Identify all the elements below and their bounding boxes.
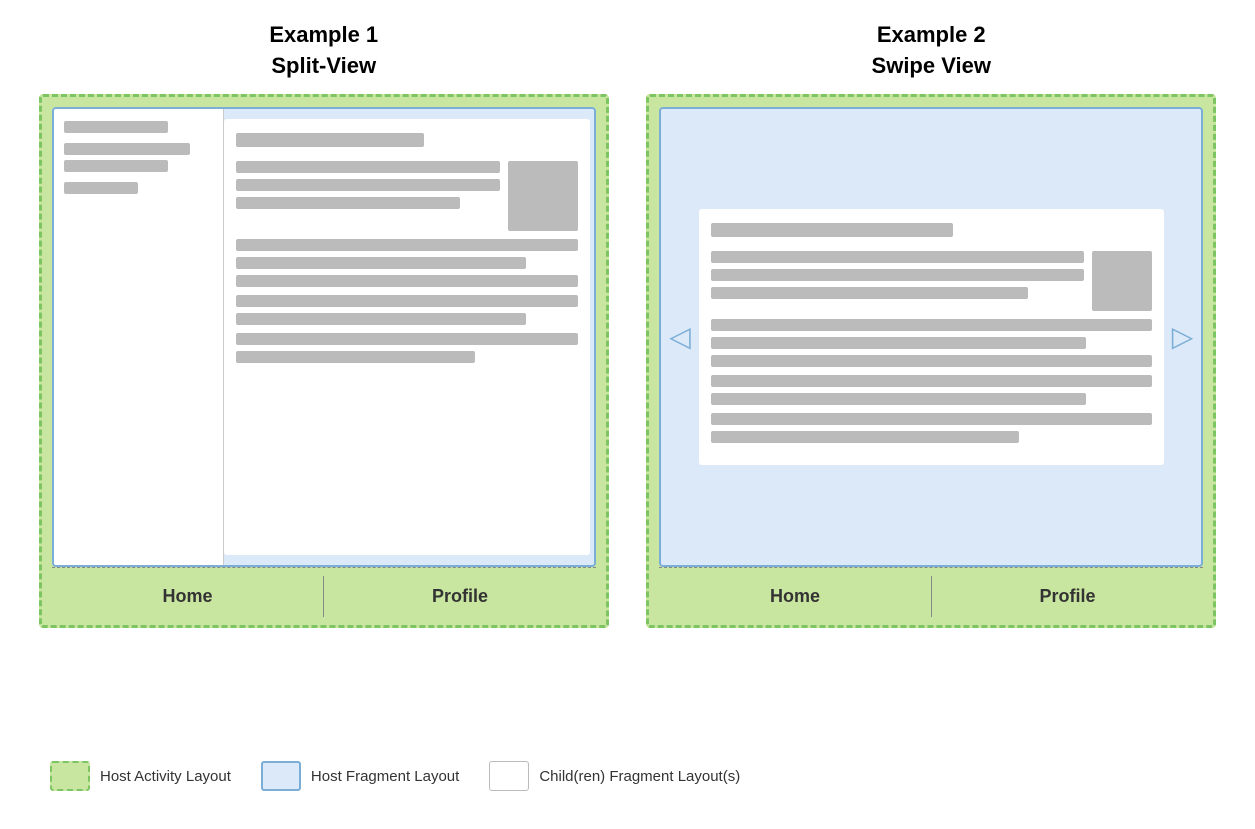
legend-label-3: Child(ren) Fragment Layout(s) [539, 768, 740, 785]
image-placeholder [1092, 251, 1152, 311]
content-lines [236, 161, 500, 231]
header-bar [236, 133, 424, 147]
bar [236, 333, 578, 345]
bar [64, 182, 139, 194]
bar [711, 413, 1152, 425]
image-placeholder [508, 161, 578, 231]
left-arrow-icon[interactable]: ◁ [661, 320, 699, 353]
swipe-section-4 [711, 413, 1152, 443]
swipe-header [711, 223, 1152, 241]
legend-blue-box [261, 761, 301, 791]
example2-bottom-nav: Home Profile [659, 567, 1203, 625]
bar [236, 239, 578, 251]
bar [711, 251, 1084, 263]
example2-nav-home[interactable]: Home [659, 568, 931, 625]
example1-bottom-nav: Home Profile [52, 567, 596, 625]
examples-row: Example 1 Split-View [20, 20, 1235, 743]
example2-green-container: ◁ [646, 94, 1216, 628]
bar [236, 161, 500, 173]
content-with-image [236, 161, 578, 231]
left-item-3 [64, 182, 213, 194]
bar [236, 351, 475, 363]
example2-title-line2: Swipe View [872, 53, 991, 78]
legend-label-2: Host Fragment Layout [311, 768, 459, 785]
swipe-content-with-image [711, 251, 1152, 311]
legend-item-2: Host Fragment Layout [261, 761, 459, 791]
swipe-section-2 [711, 319, 1152, 367]
bar [236, 257, 527, 269]
bar [236, 313, 527, 325]
swipe-section-3 [711, 375, 1152, 405]
example2-nav-profile[interactable]: Profile [932, 568, 1204, 625]
legend-item-1: Host Activity Layout [50, 761, 231, 791]
right-arrow-icon[interactable]: ▷ [1164, 320, 1202, 353]
example1-title: Example 1 Split-View [269, 20, 378, 82]
legend-label-1: Host Activity Layout [100, 768, 231, 785]
swipe-content-panel [699, 209, 1164, 465]
bar [711, 269, 1084, 281]
example1-title-line2: Split-View [271, 53, 376, 78]
example1-nav-profile[interactable]: Profile [324, 568, 596, 625]
example2-block: Example 2 Swipe View ◁ [646, 20, 1216, 628]
bar [711, 355, 1152, 367]
left-item-1 [64, 121, 213, 133]
main-container: Example 1 Split-View [20, 20, 1235, 809]
legend-white-box [489, 761, 529, 791]
example2-title-line1: Example 2 [877, 22, 986, 47]
legend-item-3: Child(ren) Fragment Layout(s) [489, 761, 740, 791]
content-section-3 [236, 295, 578, 325]
example2-title: Example 2 Swipe View [872, 20, 991, 82]
right-header [236, 133, 578, 151]
bar [711, 393, 1086, 405]
bar [236, 179, 500, 191]
example1-title-line1: Example 1 [269, 22, 378, 47]
bar [236, 295, 578, 307]
example1-green-container: Home Profile [39, 94, 609, 628]
legend-row: Host Activity Layout Host Fragment Layou… [20, 743, 1235, 809]
example2-swipe-host: ◁ [659, 107, 1203, 567]
bar [64, 143, 191, 155]
example1-blue-host [52, 107, 596, 567]
split-right-panel [224, 119, 590, 555]
bar [711, 375, 1152, 387]
example1-nav-home[interactable]: Home [52, 568, 324, 625]
bar [236, 197, 460, 209]
bar [711, 337, 1086, 349]
example1-block: Example 1 Split-View [39, 20, 609, 628]
left-item-2 [64, 143, 213, 172]
content-section-4 [236, 333, 578, 363]
bar [64, 121, 168, 133]
content-section-2 [236, 239, 578, 287]
bar [64, 160, 168, 172]
bar [236, 275, 578, 287]
bar [711, 319, 1152, 331]
bar [711, 431, 1020, 443]
split-left-panel [54, 109, 224, 565]
header-bar [711, 223, 953, 237]
legend-green-box [50, 761, 90, 791]
bar [711, 287, 1028, 299]
content-lines [711, 251, 1084, 311]
